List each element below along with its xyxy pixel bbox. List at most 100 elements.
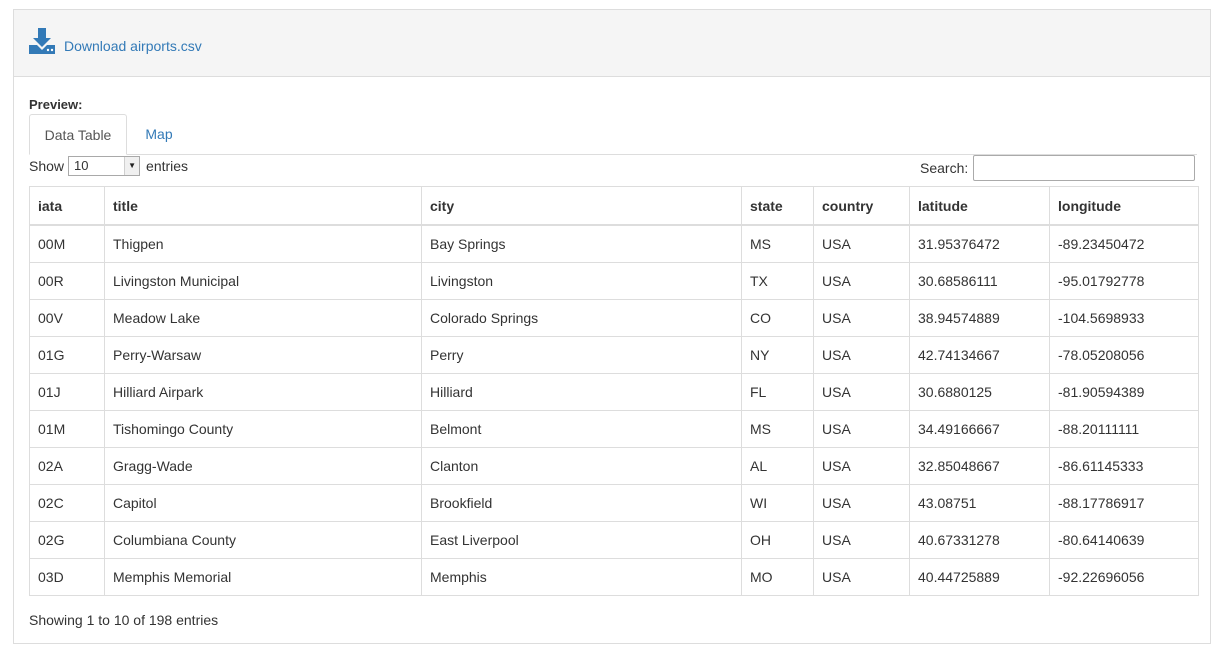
download-link[interactable]: Download airports.csv	[28, 27, 202, 55]
cell-latitude: 38.94574889	[909, 299, 1050, 337]
cell-iata: 03D	[29, 558, 105, 596]
cell-iata: 00V	[29, 299, 105, 337]
download-label: Download airports.csv	[64, 38, 202, 54]
panel-heading: Download airports.csv	[14, 10, 1210, 77]
cell-latitude: 42.74134667	[909, 336, 1050, 374]
cell-country: USA	[813, 484, 910, 522]
cell-title: Capitol	[104, 484, 422, 522]
cell-city: Belmont	[421, 410, 742, 448]
cell-country: USA	[813, 410, 910, 448]
cell-state: NY	[741, 336, 814, 374]
column-header-title[interactable]: title	[104, 186, 422, 226]
cell-latitude: 34.49166667	[909, 410, 1050, 448]
chevron-down-icon: ▼	[124, 157, 140, 175]
cell-state: MS	[741, 410, 814, 448]
entries-select[interactable]: 10 ▼	[68, 156, 141, 176]
entries-select-value: 10	[74, 158, 89, 173]
cell-state: OH	[741, 521, 814, 559]
cell-latitude: 30.6880125	[909, 373, 1050, 411]
cell-longitude: -78.05208056	[1049, 336, 1199, 374]
download-icon	[29, 28, 55, 54]
table-info: Showing 1 to 10 of 198 entries	[29, 612, 219, 628]
cell-title: Hilliard Airpark	[104, 373, 422, 411]
cell-country: USA	[813, 558, 910, 596]
search-control: Search:	[920, 155, 1196, 181]
show-label: Show	[29, 158, 65, 174]
cell-latitude: 32.85048667	[909, 447, 1050, 485]
cell-title: Memphis Memorial	[104, 558, 422, 596]
length-control: Show 10 ▼ entries	[29, 156, 188, 176]
search-label: Search:	[920, 160, 969, 176]
cell-city: Colorado Springs	[421, 299, 742, 337]
tab-map[interactable]: Map	[127, 114, 191, 155]
column-header-longitude[interactable]: longitude	[1049, 186, 1199, 226]
table-row: 02G Columbiana County East Liverpool OH USA 4…	[29, 521, 1199, 559]
cell-longitude: -95.01792778	[1049, 262, 1199, 300]
preview-label: Preview:	[29, 97, 83, 112]
cell-iata: 01M	[29, 410, 105, 448]
cell-state: MO	[741, 558, 814, 596]
table-row: 00R Livingston Municipal Livingston TX USA 30…	[29, 262, 1199, 300]
cell-title: Columbiana County	[104, 521, 422, 559]
cell-longitude: -92.22696056	[1049, 558, 1199, 596]
cell-latitude: 40.67331278	[909, 521, 1050, 559]
cell-country: USA	[813, 373, 910, 411]
cell-iata: 02G	[29, 521, 105, 559]
cell-city: Clanton	[421, 447, 742, 485]
cell-latitude: 31.95376472	[909, 224, 1050, 263]
cell-state: WI	[741, 484, 814, 522]
cell-title: Perry-Warsaw	[104, 336, 422, 374]
cell-iata: 02A	[29, 447, 105, 485]
cell-longitude: -86.61145333	[1049, 447, 1199, 485]
table-row: 02A Gragg-Wade Clanton AL USA 32.85048667 -86.…	[29, 447, 1199, 485]
cell-city: Livingston	[421, 262, 742, 300]
search-input[interactable]	[973, 155, 1196, 181]
cell-state: TX	[741, 262, 814, 300]
table-row: 01M Tishomingo County Belmont MS USA 34.49166…	[29, 410, 1199, 448]
cell-longitude: -81.90594389	[1049, 373, 1199, 411]
cell-latitude: 43.08751	[909, 484, 1050, 522]
cell-city: East Liverpool	[421, 521, 742, 559]
table-row: 01J Hilliard Airpark Hilliard FL USA 30.68801…	[29, 373, 1199, 411]
cell-country: USA	[813, 336, 910, 374]
column-header-latitude[interactable]: latitude	[909, 186, 1050, 226]
column-header-city[interactable]: city	[421, 186, 742, 226]
cell-title: Livingston Municipal	[104, 262, 422, 300]
table-row: 03D Memphis Memorial Memphis MO USA 40.447258…	[29, 558, 1199, 596]
cell-latitude: 30.68586111	[909, 262, 1050, 300]
preview-tabs: Data Table Map	[29, 114, 1197, 155]
cell-title: Thigpen	[104, 224, 422, 263]
cell-iata: 01G	[29, 336, 105, 374]
cell-iata: 00M	[29, 224, 105, 263]
cell-state: AL	[741, 447, 814, 485]
cell-title: Meadow Lake	[104, 299, 422, 337]
airports-table: iata title city state country latitude l…	[29, 186, 1199, 596]
column-header-country[interactable]: country	[813, 186, 910, 226]
cell-state: FL	[741, 373, 814, 411]
cell-longitude: -80.64140639	[1049, 521, 1199, 559]
cell-latitude: 40.44725889	[909, 558, 1050, 596]
cell-title: Tishomingo County	[104, 410, 422, 448]
cell-state: MS	[741, 224, 814, 263]
column-header-state[interactable]: state	[741, 186, 814, 226]
cell-longitude: -89.23450472	[1049, 224, 1199, 263]
cell-longitude: -104.5698933	[1049, 299, 1199, 337]
tab-data-table[interactable]: Data Table	[29, 114, 127, 155]
cell-state: CO	[741, 299, 814, 337]
cell-longitude: -88.17786917	[1049, 484, 1199, 522]
cell-country: USA	[813, 521, 910, 559]
cell-country: USA	[813, 447, 910, 485]
cell-city: Bay Springs	[421, 224, 742, 263]
table-body: 00M Thigpen Bay Springs MS USA 31.95376472 -89…	[29, 224, 1199, 596]
table-row: 01G Perry-Warsaw Perry NY USA 42.74134667 -78.…	[29, 336, 1199, 374]
table-row: 00M Thigpen Bay Springs MS USA 31.95376472 -89…	[29, 224, 1199, 263]
table-row: 02C Capitol Brookfield WI USA 43.08751 -88.177…	[29, 484, 1199, 522]
cell-iata: 00R	[29, 262, 105, 300]
cell-longitude: -88.20111111	[1049, 410, 1199, 448]
cell-city: Brookfield	[421, 484, 742, 522]
download-panel: Download airports.csv Preview: Data Tabl…	[13, 9, 1211, 644]
cell-country: USA	[813, 299, 910, 337]
cell-iata: 02C	[29, 484, 105, 522]
cell-city: Memphis	[421, 558, 742, 596]
column-header-iata[interactable]: iata	[29, 186, 105, 226]
